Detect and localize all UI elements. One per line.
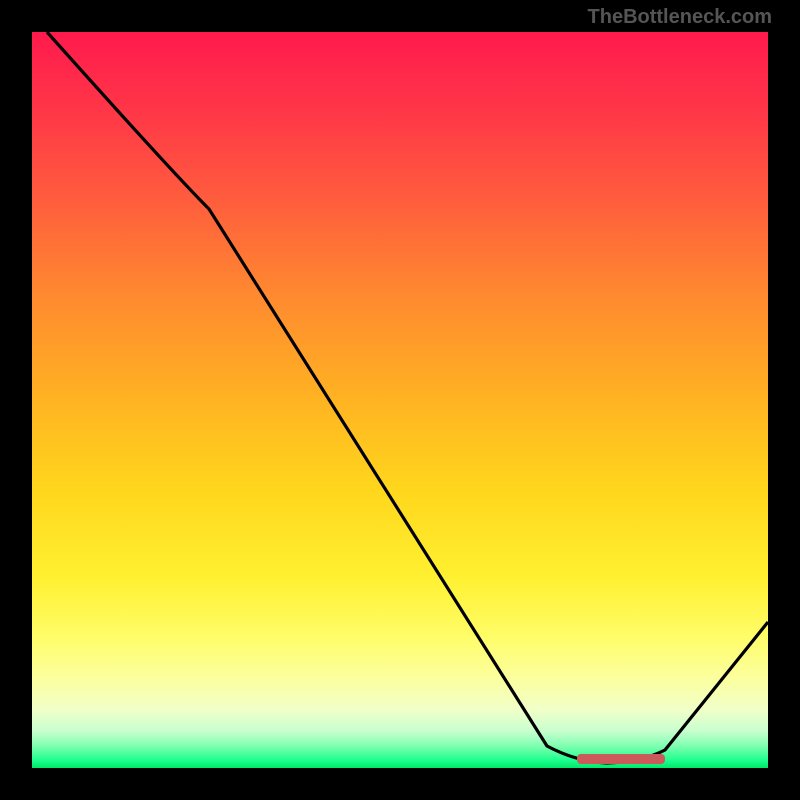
minimum-marker: [577, 754, 665, 764]
watermark-label: TheBottleneck.com: [588, 6, 772, 29]
chart-svg: [32, 32, 768, 768]
chart-line: [47, 32, 768, 763]
plot-area: [32, 32, 768, 768]
chart-frame: TheBottleneck.com: [0, 0, 800, 800]
